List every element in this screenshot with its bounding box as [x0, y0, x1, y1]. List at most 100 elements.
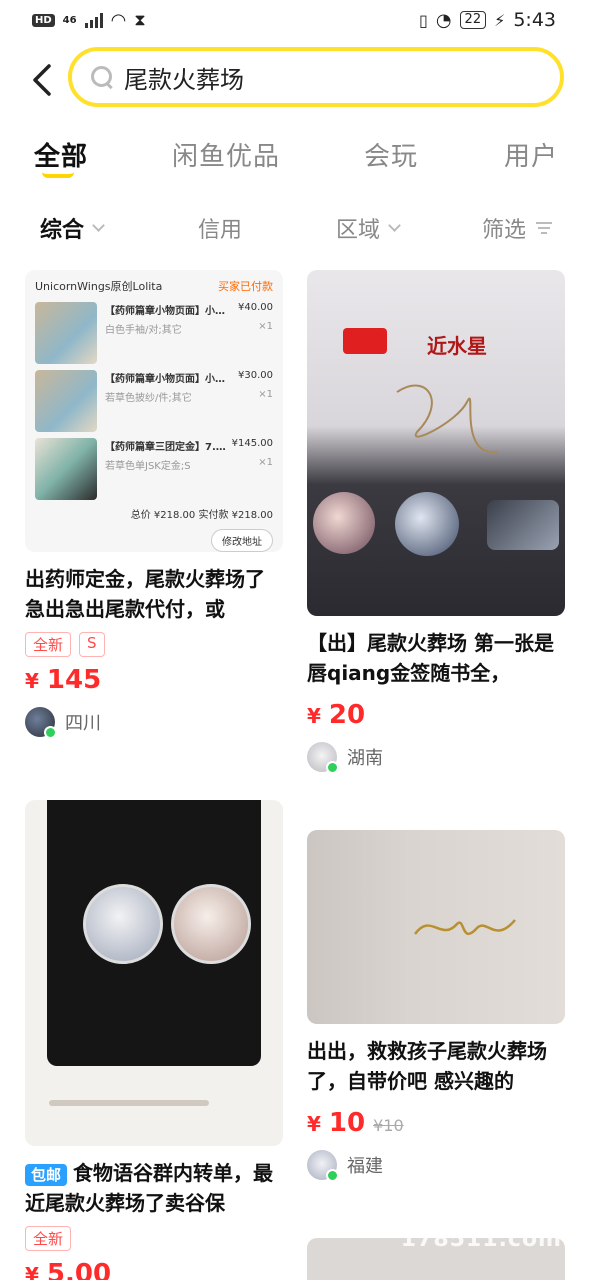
tab-users[interactable]: 用户: [504, 136, 558, 173]
filter-credit[interactable]: 信用: [198, 212, 242, 244]
product-card[interactable]: 包邮 食物语谷群内转单，最近尾款火葬场了卖谷保 全新 ¥5.00: [25, 800, 283, 1280]
price-value: 10: [328, 1108, 366, 1138]
signal-icon: [84, 12, 103, 28]
seller-location: 四川: [65, 713, 101, 734]
product-image: UnicornWings原创Lolita 买家已付款 【药师篇章小物页面】小物/…: [25, 270, 283, 552]
seller-info[interactable]: 湖南: [307, 742, 565, 774]
filter-label: 信用: [198, 218, 243, 243]
filter-region[interactable]: 区域: [336, 212, 401, 244]
filter-screen[interactable]: 筛选: [482, 212, 553, 244]
order-item-spec: 白色手袖/对;其它: [105, 325, 182, 336]
order-item-price: ¥40.00: [238, 302, 273, 313]
network-type: 46: [62, 14, 77, 26]
currency-symbol: ¥: [25, 669, 39, 693]
order-item: 【药师篇章小物页面】小物/... ¥40.00 白色手袖/对;其它 ×1: [35, 302, 273, 364]
search-query: 尾款火葬场: [124, 65, 244, 94]
active-tab-indicator: [42, 172, 74, 178]
avatar: [307, 742, 339, 774]
order-item: 【药师篇章小物页面】小物/... ¥30.00 若草色披纱/件;其它 ×1: [35, 370, 273, 432]
order-status: 买家已付款: [218, 280, 273, 293]
product-title: 出出，救救孩子尾款火葬场了，自带价吧 感兴趣的: [307, 1039, 547, 1093]
gold-signature: [413, 919, 516, 936]
hd-badge: HD: [32, 13, 55, 27]
photo-card: [487, 500, 559, 550]
price-value: 20: [328, 700, 366, 730]
product-title: 包邮 食物语谷群内转单，最近尾款火葬场了卖谷保: [25, 1158, 283, 1218]
filter-comprehensive[interactable]: 综合: [40, 212, 105, 244]
product-title: 出药师定金，尾款火葬场了 急出急出尾款代付，或: [25, 567, 265, 621]
hourglass-icon: ⧗: [134, 10, 146, 29]
product-image: [25, 800, 283, 1146]
product-price: ¥145: [25, 665, 283, 695]
original-price: ¥10: [373, 1116, 404, 1135]
order-item-name: 【药师篇章小物页面】小物/...: [105, 306, 234, 317]
currency-symbol: ¥: [307, 1112, 321, 1136]
book-title-text: 近水星: [427, 334, 487, 358]
filter-label: 综合: [40, 218, 85, 243]
product-image: [307, 830, 565, 1024]
speed-icon: ◔: [435, 9, 452, 31]
order-item: 【药师篇章三团定金】7.25... ¥145.00 若草色单JSK定金;S ×1: [35, 438, 273, 500]
battery-level: 22: [459, 11, 487, 29]
filter-icon: [536, 221, 553, 235]
vibrate-icon: ▯: [419, 10, 428, 30]
order-total: 总价 ¥218.00 实付款 ¥218.00: [130, 510, 273, 521]
currency-symbol: ¥: [25, 1263, 39, 1280]
tab-xianyu-youpin[interactable]: 闲鱼优品: [172, 136, 280, 173]
tab-huiwan[interactable]: 会玩: [364, 136, 418, 173]
seller-location: 福建: [347, 1156, 383, 1177]
order-change-address-button: 修改地址: [211, 529, 273, 552]
chevron-down-icon: [388, 218, 401, 232]
price-value: 5.00: [46, 1259, 112, 1280]
watermark: 178511.com: [400, 1227, 562, 1252]
avatar: [25, 707, 57, 739]
category-tabs: 全部 闲鱼优品 会玩 用户: [0, 128, 590, 188]
badge-pin: [395, 492, 459, 556]
order-item-spec: 若草色披纱/件;其它: [105, 393, 192, 404]
product-card[interactable]: 近水星 【出】尾款火葬场 第一张是唇qiang金签随书全， ¥20 湖南: [307, 270, 565, 774]
order-item-price: ¥30.00: [238, 370, 273, 381]
sticker-badge: [343, 328, 387, 354]
order-item-thumbnail: [35, 370, 97, 432]
filter-label: 筛选: [482, 218, 527, 243]
chevron-down-icon: [92, 218, 105, 232]
product-price: ¥5.00: [25, 1259, 283, 1280]
filter-label: 区域: [336, 218, 381, 243]
signature-mark: [396, 384, 498, 454]
product-card[interactable]: UnicornWings原创Lolita 买家已付款 【药师篇章小物页面】小物/…: [25, 270, 283, 739]
tab-all[interactable]: 全部: [34, 136, 88, 173]
handwritten-note: [49, 1100, 209, 1106]
product-price: ¥10 ¥10: [307, 1108, 565, 1138]
badge-pin: [83, 884, 163, 964]
order-shop-name: UnicornWings原创Lolita: [35, 280, 163, 293]
filter-bar: 综合 信用 区域 筛选: [0, 208, 590, 248]
badge-pin: [313, 492, 375, 554]
avatar: [307, 1150, 339, 1182]
wifi-icon: ◠: [110, 9, 127, 31]
charging-icon: ⚡: [494, 10, 506, 30]
size-tag: S: [79, 632, 105, 657]
condition-tag: 全新: [25, 632, 72, 657]
order-item-qty: ×1: [258, 457, 273, 468]
seller-location: 湖南: [347, 748, 383, 769]
chevron-left-icon: [33, 64, 51, 96]
back-button[interactable]: [26, 60, 58, 100]
order-item-name: 【药师篇章小物页面】小物/...: [105, 374, 234, 385]
badge-pin: [171, 884, 251, 964]
product-price: ¥20: [307, 700, 565, 730]
order-item-name: 【药师篇章三团定金】7.25...: [105, 442, 228, 453]
order-item-price: ¥145.00: [231, 438, 273, 449]
product-card[interactable]: 出出，救救孩子尾款火葬场了，自带价吧 感兴趣的 ¥10 ¥10 福建: [307, 830, 565, 1182]
order-screenshot: UnicornWings原创Lolita 买家已付款 【药师篇章小物页面】小物/…: [25, 270, 283, 552]
seller-info[interactable]: 福建: [307, 1150, 565, 1182]
price-value: 145: [46, 665, 102, 695]
product-title: 【出】尾款火葬场 第一张是唇qiang金签随书全，: [307, 631, 554, 685]
seller-info[interactable]: 四川: [25, 707, 283, 739]
order-item-qty: ×1: [258, 321, 273, 332]
free-shipping-badge: 包邮: [25, 1164, 68, 1186]
order-item-thumbnail: [35, 302, 97, 364]
clock: 5:43: [513, 9, 556, 31]
search-input[interactable]: 尾款火葬场: [68, 47, 564, 107]
status-bar: HD 46 ◠ ⧗ ▯ ◔ 22 ⚡ 5:43: [0, 0, 590, 40]
search-icon: [90, 65, 114, 89]
